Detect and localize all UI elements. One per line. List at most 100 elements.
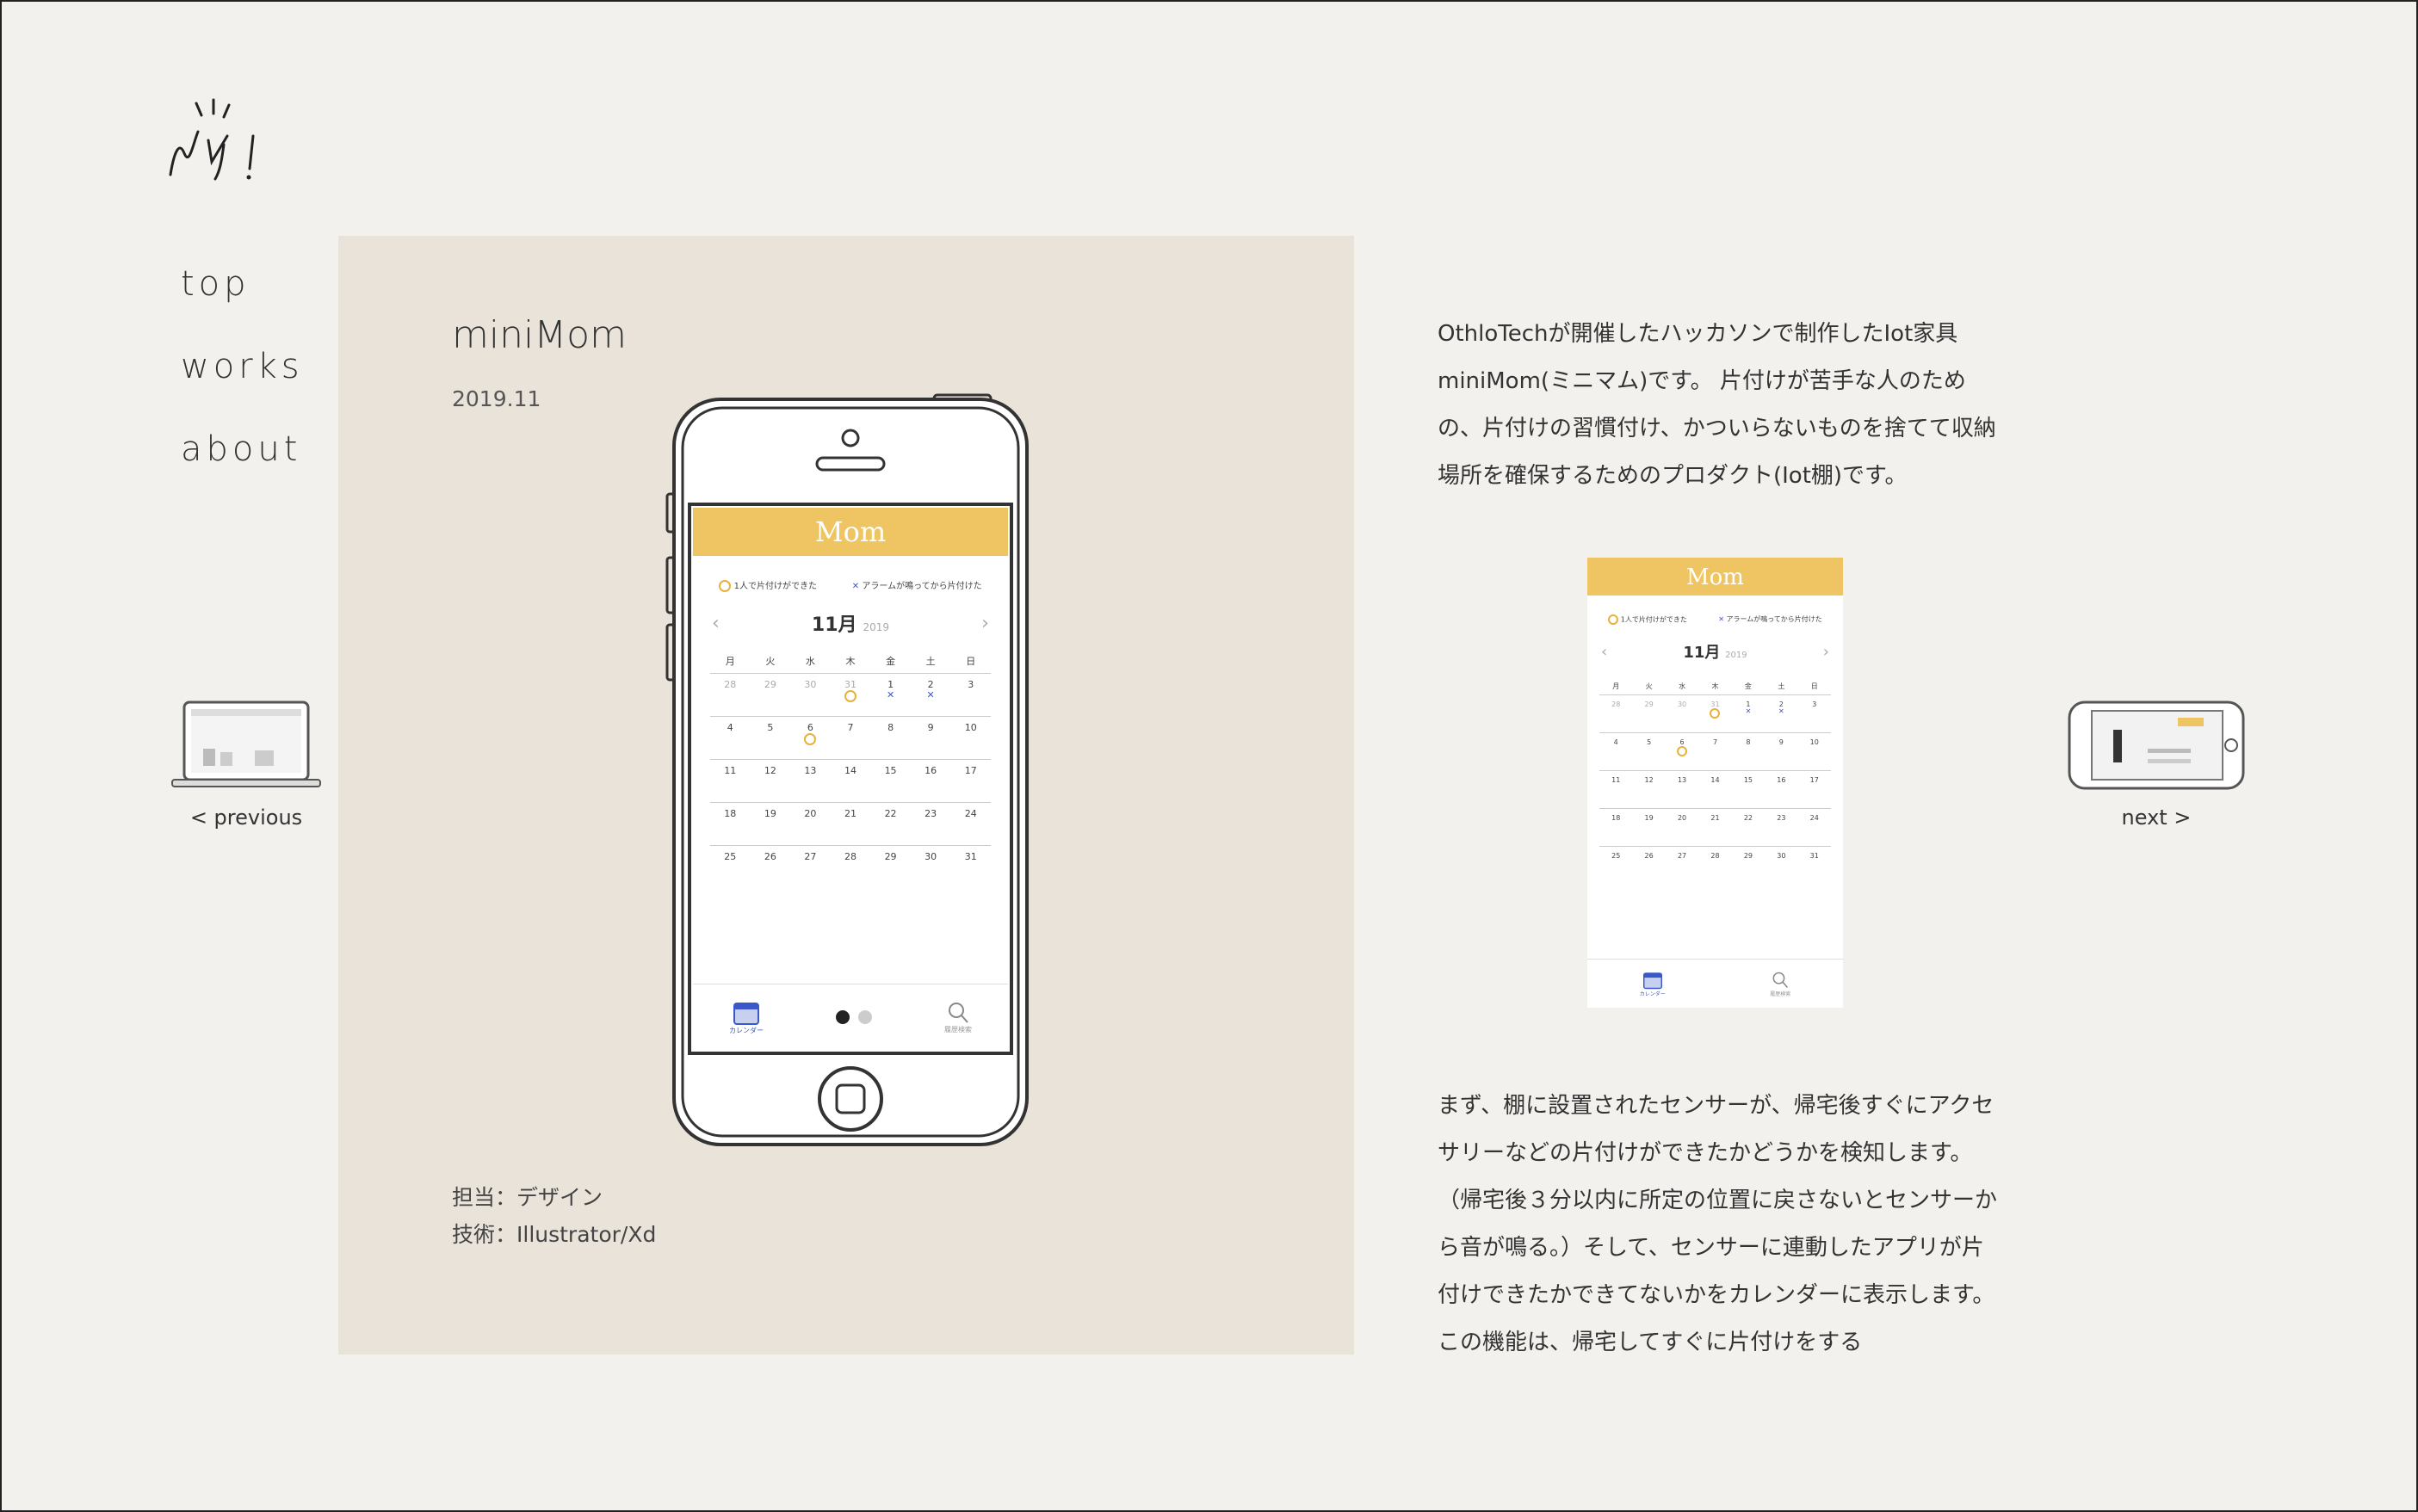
calendar-day[interactable]: 5 (750, 716, 791, 759)
calendar-day[interactable]: 16 (910, 759, 951, 802)
calendar-day[interactable]: 31 (1698, 694, 1732, 732)
site-logo[interactable] (164, 93, 293, 188)
calendar-day[interactable]: 23 (1765, 808, 1798, 846)
dot-inactive[interactable] (858, 1010, 872, 1024)
calendar-day[interactable]: 15 (870, 759, 911, 802)
calendar-day[interactable]: 28 (830, 845, 871, 888)
calendar-day[interactable]: 16 (1765, 770, 1798, 808)
calendar-day[interactable]: 25 (710, 845, 751, 888)
calendar-day[interactable]: 10 (1797, 732, 1831, 770)
calendar-day[interactable]: 3 (950, 673, 991, 716)
legend: 1人で片付けができた ✕ アラームが鳴ってから片付けた (693, 556, 1008, 592)
calendar-day[interactable]: 28 (1698, 846, 1732, 884)
calendar-day[interactable]: 31 (1797, 846, 1831, 884)
calendar-day[interactable]: 21 (830, 802, 871, 845)
calendar-day[interactable]: 12 (1632, 770, 1666, 808)
calendar-day[interactable]: 27 (790, 845, 831, 888)
calendar-day[interactable]: 12 (750, 759, 791, 802)
calendar-day[interactable]: 29 (750, 673, 791, 716)
calendar-day[interactable]: 17 (950, 759, 991, 802)
calendar-day[interactable]: 19 (1632, 808, 1666, 846)
app-logo: Mom (693, 508, 1008, 556)
calendar-day[interactable]: 13 (1665, 770, 1699, 808)
tab-search[interactable]: 履歴検索 (944, 1001, 972, 1034)
calendar-day[interactable]: 20 (790, 802, 831, 845)
weekday-label: 火 (765, 656, 776, 667)
shot-legend-done: 1人で片付けができた (1620, 615, 1687, 624)
nav-works[interactable]: works (181, 341, 304, 423)
calendar-day[interactable]: 2 ✕ (910, 673, 951, 716)
calendar-day[interactable]: 24 (1797, 808, 1831, 846)
calendar-day[interactable]: 10 (950, 716, 991, 759)
day-number: 30 (925, 851, 937, 862)
calendar-day[interactable]: 7 (1698, 732, 1732, 770)
calendar-day[interactable]: 30 (910, 845, 951, 888)
calendar-day[interactable]: 19 (750, 802, 791, 845)
calendar-day[interactable]: 9 (1765, 732, 1798, 770)
calendar-day[interactable]: 18 (1599, 808, 1633, 846)
calendar-day[interactable]: 9 (910, 716, 951, 759)
calendar-day[interactable]: 4 (710, 716, 751, 759)
shot-month-label: 11月 (1683, 644, 1721, 662)
day-number: 25 (724, 851, 737, 862)
calendar-day[interactable]: 31 (950, 845, 991, 888)
calendar-day[interactable]: 3 (1797, 694, 1831, 732)
calendar-day[interactable]: 2 ✕ (1765, 694, 1798, 732)
calendar-day[interactable]: 1 ✕ (870, 673, 911, 716)
calendar-day[interactable]: 1 ✕ (1731, 694, 1766, 732)
tab-search-label: 履歴検索 (944, 1025, 972, 1034)
calendar-day[interactable]: 6 (1665, 732, 1699, 770)
next-work-link[interactable]: next > (2066, 699, 2247, 830)
calendar-day[interactable]: 26 (1632, 846, 1666, 884)
previous-work-link[interactable]: < previous (169, 699, 324, 830)
calendar-day[interactable]: 13 (790, 759, 831, 802)
prev-month-icon[interactable]: ‹ (712, 613, 720, 634)
alarm-cross-icon: ✕ (926, 689, 935, 700)
page-dots (836, 1010, 872, 1024)
day-number: 13 (804, 765, 817, 776)
calendar-day[interactable]: 17 (1797, 770, 1831, 808)
calendar-day[interactable]: 15 (1731, 770, 1766, 808)
calendar-day[interactable]: 26 (750, 845, 791, 888)
calendar-day[interactable]: 5 (1632, 732, 1666, 770)
calendar-day[interactable]: 27 (1665, 846, 1699, 884)
day-number: 21 (1710, 814, 1720, 822)
calendar-day[interactable]: 4 (1599, 732, 1633, 770)
calendar-day[interactable]: 11 (710, 759, 751, 802)
shot-legend-alarm: アラームが鳴ってから片付けた (1726, 615, 1822, 623)
calendar-day[interactable]: 21 (1698, 808, 1732, 846)
calendar-day[interactable]: 8 (1731, 732, 1766, 770)
calendar-day[interactable]: 8 (870, 716, 911, 759)
calendar-day[interactable]: 28 (710, 673, 751, 716)
weekday-label: 日 (1810, 682, 1818, 690)
dot-active[interactable] (836, 1010, 850, 1024)
calendar-day[interactable]: 24 (950, 802, 991, 845)
calendar-day[interactable]: 14 (1698, 770, 1732, 808)
calendar-day[interactable]: 18 (710, 802, 751, 845)
day-number: 5 (767, 722, 774, 733)
tab-calendar[interactable]: カレンダー (729, 1000, 764, 1035)
work-credits: 担当：デザイン 技術：Illustrator/Xd (452, 1179, 656, 1253)
calendar-day[interactable]: 28 (1599, 694, 1633, 732)
calendar-day[interactable]: 29 (1731, 846, 1766, 884)
calendar-day[interactable]: 30 (790, 673, 831, 716)
calendar-day[interactable]: 11 (1599, 770, 1633, 808)
nav-top[interactable]: top (181, 258, 304, 341)
calendar-day[interactable]: 6 (790, 716, 831, 759)
calendar-day[interactable]: 29 (870, 845, 911, 888)
calendar-day[interactable]: 20 (1665, 808, 1699, 846)
calendar-day[interactable]: 22 (1731, 808, 1766, 846)
calendar-day[interactable]: 25 (1599, 846, 1633, 884)
alarm-cross-icon: ✕ (1745, 707, 1752, 715)
calendar-day[interactable]: 23 (910, 802, 951, 845)
next-month-icon[interactable]: › (981, 613, 989, 634)
calendar-day[interactable]: 14 (830, 759, 871, 802)
calendar-day[interactable]: 22 (870, 802, 911, 845)
nav-about[interactable]: about (181, 423, 304, 506)
weekday-label: 金 (1744, 682, 1752, 690)
calendar-day[interactable]: 29 (1632, 694, 1666, 732)
calendar-day[interactable]: 30 (1665, 694, 1699, 732)
calendar-day[interactable]: 30 (1765, 846, 1798, 884)
calendar-day[interactable]: 7 (830, 716, 871, 759)
calendar-day[interactable]: 31 (830, 673, 871, 716)
